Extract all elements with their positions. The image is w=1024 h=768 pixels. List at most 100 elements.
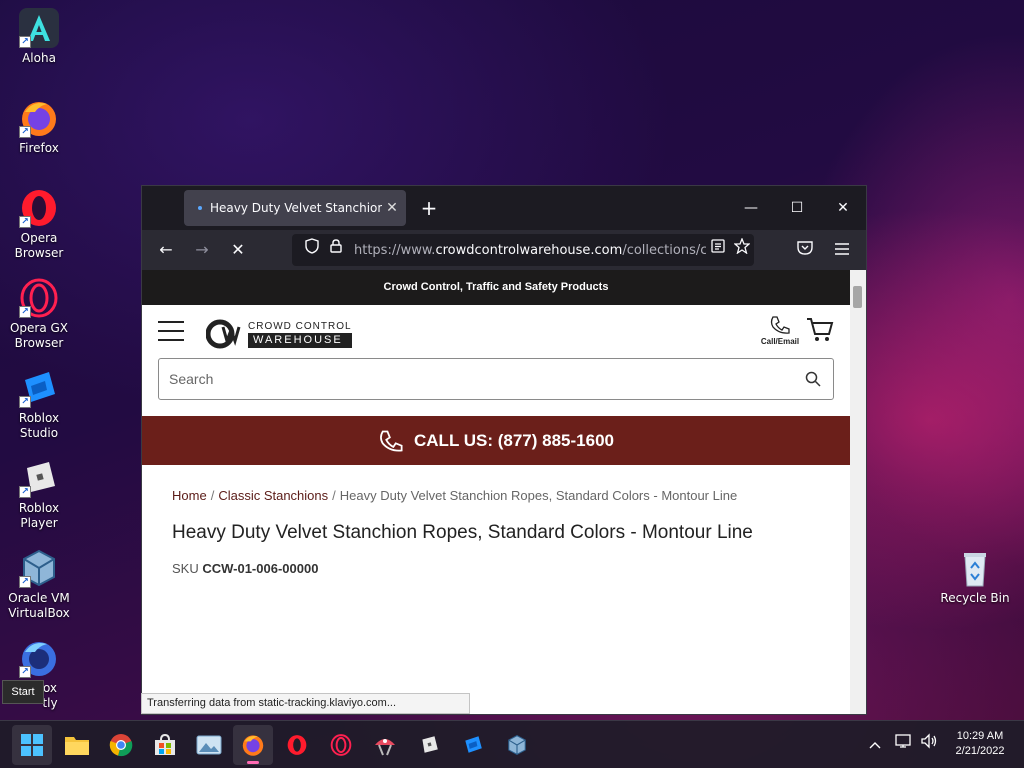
stop-loading-button[interactable]: ✕ <box>223 236 253 264</box>
taskbar-chrome[interactable] <box>101 725 141 765</box>
opera-icon: ↗ <box>19 188 59 228</box>
desktop-icon-aloha[interactable]: ↗ Aloha <box>0 8 78 66</box>
breadcrumb-current: Heavy Duty Velvet Stanchion Ropes, Stand… <box>339 488 738 503</box>
browser-status-bar: Transferring data from static-tracking.k… <box>141 693 470 714</box>
firefox-icon <box>242 735 264 756</box>
desktop-icon-firefox[interactable]: ↗ Firefox <box>0 98 78 156</box>
browser-window: Heavy Duty Velvet Stanchion Ropes, Stand… <box>141 185 867 715</box>
breadcrumb-home[interactable]: Home <box>172 488 207 503</box>
logo-text-bottom: WAREHOUSE <box>248 332 352 348</box>
taskbar-opera[interactable] <box>277 725 317 765</box>
system-clock[interactable]: 10:29 AM 2/21/2022 <box>940 729 1020 759</box>
minimize-button[interactable]: — <box>728 194 774 222</box>
taskbar-photos[interactable] <box>189 725 229 765</box>
shortcut-arrow-icon: ↗ <box>19 576 31 588</box>
page-scrollbar[interactable] <box>850 270 866 714</box>
reader-view-icon[interactable] <box>706 238 730 262</box>
volume-icon[interactable] <box>917 729 941 761</box>
breadcrumb: Home / Classic Stanchions / Heavy Duty Velve… <box>172 488 737 503</box>
show-hidden-icons-chevron-up-icon[interactable] <box>864 729 886 761</box>
chrome-icon <box>109 734 133 757</box>
hamburger-menu-icon[interactable] <box>158 321 184 341</box>
desktop-icon-label: Firefox <box>19 141 59 155</box>
taskbar-firefox[interactable] <box>233 725 273 765</box>
tab-active[interactable]: Heavy Duty Velvet Stanchion Ropes, Stand… <box>184 190 406 226</box>
maximize-button[interactable]: ☐ <box>774 194 820 222</box>
virtualbox-icon: ↗ <box>19 548 59 588</box>
clock-date: 2/21/2022 <box>955 745 1005 757</box>
start-button[interactable] <box>12 725 52 765</box>
desktop-icon-virtualbox[interactable]: ↗ Oracle VM VirtualBox <box>0 548 78 621</box>
roblox-studio-icon <box>465 736 482 753</box>
desktop-icon-opera-gx[interactable]: ↗ Opera GX Browser <box>0 278 78 351</box>
firefox-nightly-icon: ↗ <box>19 638 59 678</box>
cart-icon[interactable] <box>806 317 834 345</box>
url-prefix: https://www. <box>354 242 436 258</box>
tab-title: Heavy Duty Velvet Stanchion Ropes, Stand… <box>210 201 382 215</box>
taskbar-file-explorer[interactable] <box>57 725 97 765</box>
desktop-icon-roblox-studio[interactable]: ↗ Roblox Studio <box>0 368 78 441</box>
pocket-icon[interactable] <box>790 236 820 264</box>
taskbar-roblox-player[interactable] <box>409 725 449 765</box>
desktop-icon-recycle-bin[interactable]: Recycle Bin <box>936 548 1014 606</box>
tracking-protection-shield-icon[interactable] <box>300 238 324 262</box>
url-bar[interactable]: https://www.crowdcontrolwarehouse.com/co… <box>292 234 754 266</box>
loading-indicator <box>198 206 202 210</box>
breadcrumb-collection[interactable]: Classic Stanchions <box>218 488 328 503</box>
roblox-player-icon: ↗ <box>19 458 59 498</box>
firefox-icon: ↗ <box>19 98 59 138</box>
shortcut-arrow-icon: ↗ <box>19 306 31 318</box>
site-logo[interactable]: CROWD CONTROL WAREHOUSE <box>205 319 352 349</box>
taskbar-snipping-tool[interactable] <box>365 725 405 765</box>
windows-logo-icon <box>21 734 43 756</box>
tab-close-icon[interactable]: ✕ <box>382 200 402 216</box>
new-tab-button[interactable]: + <box>416 194 442 222</box>
close-window-button[interactable]: ✕ <box>820 194 866 222</box>
lock-icon[interactable] <box>324 238 348 262</box>
opera-gx-icon <box>330 734 352 756</box>
taskbar-roblox-studio[interactable] <box>453 725 493 765</box>
desktop-icon-label: Opera Browser <box>14 231 64 260</box>
logo-text-top: CROWD CONTROL <box>248 320 352 332</box>
opera-gx-icon: ↗ <box>19 278 59 318</box>
desktop-icon-label: Opera GX Browser <box>9 321 69 350</box>
aloha-icon: ↗ <box>19 8 59 48</box>
call-email-button[interactable]: Call/Email <box>758 315 802 346</box>
bookmark-star-icon[interactable] <box>730 237 754 262</box>
desktop-icon-label: Roblox Studio <box>18 411 60 440</box>
call-email-label: Call/Email <box>760 337 800 346</box>
desktop-icon-roblox-player[interactable]: ↗ Roblox Player <box>0 458 78 531</box>
product-title: Heavy Duty Velvet Stanchion Ropes, Stand… <box>172 522 753 543</box>
url-text[interactable]: https://www.crowdcontrolwarehouse.com/co… <box>348 243 706 258</box>
taskbar-microsoft-store[interactable] <box>145 725 185 765</box>
shortcut-arrow-icon: ↗ <box>19 126 31 138</box>
search-input[interactable] <box>159 360 793 398</box>
shortcut-arrow-icon: ↗ <box>19 396 31 408</box>
back-button[interactable]: ← <box>151 236 181 264</box>
app-menu-icon[interactable] <box>827 236 857 264</box>
phone-icon <box>380 430 403 451</box>
shortcut-arrow-icon: ↗ <box>19 486 31 498</box>
taskbar-opera-gx[interactable] <box>321 725 361 765</box>
folder-icon <box>65 737 89 755</box>
desktop-icon-label: Recycle Bin <box>940 591 1010 605</box>
tab-strip: Heavy Duty Velvet Stanchion Ropes, Stand… <box>142 186 866 230</box>
sku-value: CCW-01-006-00000 <box>202 561 319 576</box>
roblox-studio-icon: ↗ <box>19 368 59 408</box>
shortcut-arrow-icon: ↗ <box>19 216 31 228</box>
desktop-icon-label: Oracle VM VirtualBox <box>8 591 70 620</box>
search-icon[interactable] <box>793 360 833 398</box>
product-sku: SKU CCW-01-006-00000 <box>172 561 318 576</box>
breadcrumb-separator: / <box>210 488 215 503</box>
snipping-tool-icon <box>375 739 395 756</box>
photos-icon <box>196 735 222 755</box>
forward-button[interactable]: → <box>187 236 217 264</box>
taskbar-virtualbox[interactable] <box>497 725 537 765</box>
roblox-player-icon <box>422 736 438 753</box>
call-us-banner[interactable]: CALL US: (877) 885-1600 <box>142 416 850 465</box>
network-icon[interactable] <box>892 729 916 761</box>
desktop-icon-opera[interactable]: ↗ Opera Browser <box>0 188 78 261</box>
scrollbar-thumb[interactable] <box>853 286 862 308</box>
opera-icon <box>287 735 307 755</box>
url-path: /collections/classic-stanchions <box>622 242 706 258</box>
